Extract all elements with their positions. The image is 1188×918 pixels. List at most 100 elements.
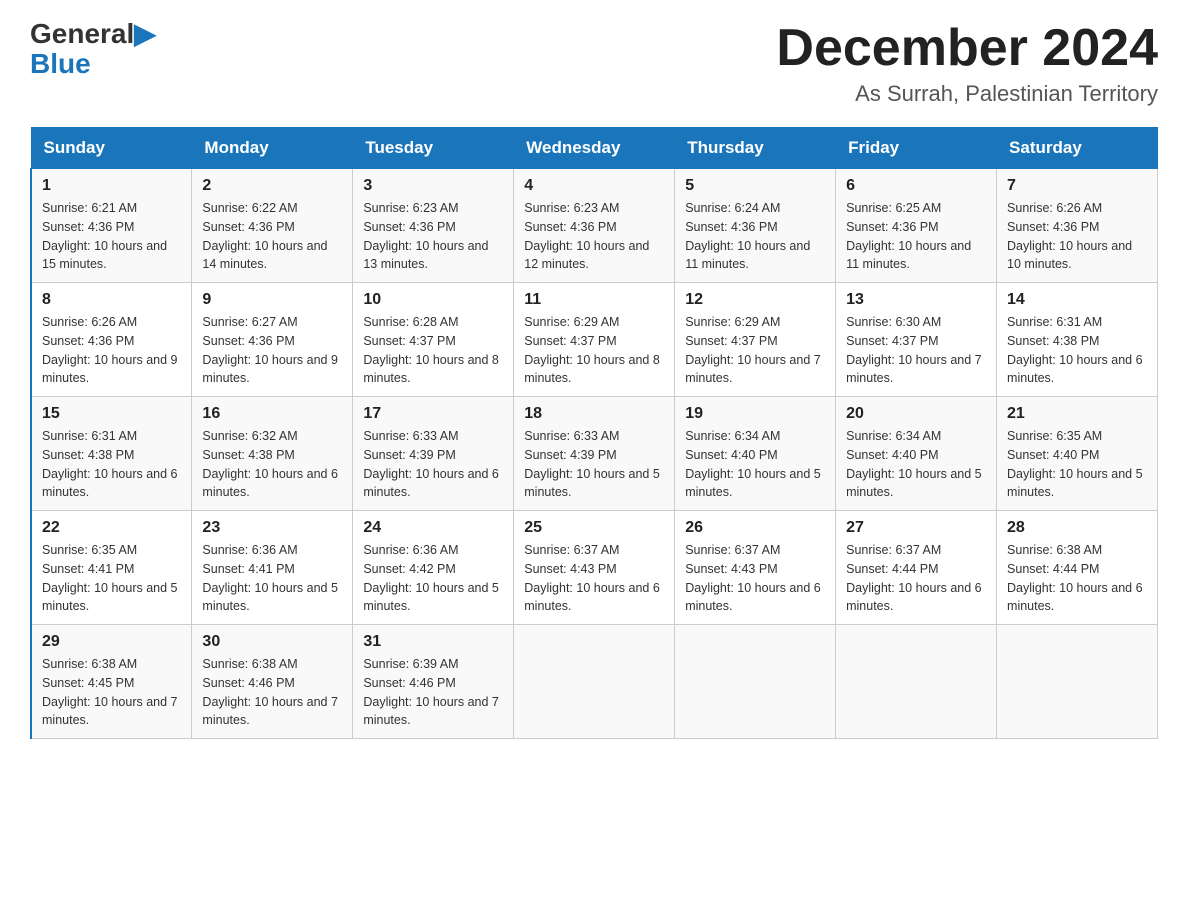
calendar-day-cell: 30 Sunrise: 6:38 AMSunset: 4:46 PMDayligh…: [192, 625, 353, 739]
calendar-day-cell: 24 Sunrise: 6:36 AMSunset: 4:42 PMDayligh…: [353, 511, 514, 625]
calendar-day-cell: 27 Sunrise: 6:37 AMSunset: 4:44 PMDayligh…: [836, 511, 997, 625]
calendar-day-cell: 10Sunrise: 6:28 AMSunset: 4:37 PMDayligh…: [353, 283, 514, 397]
day-number: 25: [524, 519, 664, 537]
day-info: Sunrise: 6:27 AMSunset: 4:36 PMDaylight:…: [202, 313, 342, 388]
day-info: Sunrise: 6:26 AMSunset: 4:36 PMDaylight:…: [1007, 199, 1147, 274]
calendar-day-cell: 6 Sunrise: 6:25 AMSunset: 4:36 PMDaylight…: [836, 169, 997, 283]
calendar-day-cell: [514, 625, 675, 739]
day-number: 14: [1007, 291, 1147, 309]
day-info: Sunrise: 6:34 AMSunset: 4:40 PMDaylight:…: [685, 427, 825, 502]
day-of-week-header: Tuesday: [353, 128, 514, 169]
calendar-day-cell: 29 Sunrise: 6:38 AMSunset: 4:45 PMDayligh…: [31, 625, 192, 739]
day-info: Sunrise: 6:33 AMSunset: 4:39 PMDaylight:…: [363, 427, 503, 502]
day-number: 29: [42, 633, 181, 651]
day-info: Sunrise: 6:36 AMSunset: 4:42 PMDaylight:…: [363, 541, 503, 616]
day-number: 27: [846, 519, 986, 537]
calendar-day-cell: 5 Sunrise: 6:24 AMSunset: 4:36 PMDaylight…: [675, 169, 836, 283]
day-info: Sunrise: 6:32 AMSunset: 4:38 PMDaylight:…: [202, 427, 342, 502]
day-info: Sunrise: 6:26 AMSunset: 4:36 PMDaylight:…: [42, 313, 181, 388]
logo-blue-text: Blue: [30, 48, 91, 80]
calendar-week-row: 29 Sunrise: 6:38 AMSunset: 4:45 PMDayligh…: [31, 625, 1158, 739]
day-number: 13: [846, 291, 986, 309]
day-number: 2: [202, 177, 342, 195]
calendar-day-cell: 1 Sunrise: 6:21 AMSunset: 4:36 PMDaylight…: [31, 169, 192, 283]
day-info: Sunrise: 6:28 AMSunset: 4:37 PMDaylight:…: [363, 313, 503, 388]
day-number: 9: [202, 291, 342, 309]
day-info: Sunrise: 6:31 AMSunset: 4:38 PMDaylight:…: [1007, 313, 1147, 388]
day-of-week-header: Saturday: [997, 128, 1158, 169]
day-info: Sunrise: 6:23 AMSunset: 4:36 PMDaylight:…: [363, 199, 503, 274]
calendar-day-cell: 8 Sunrise: 6:26 AMSunset: 4:36 PMDaylight…: [31, 283, 192, 397]
calendar-day-cell: [836, 625, 997, 739]
calendar-day-cell: 18 Sunrise: 6:33 AMSunset: 4:39 PMDayligh…: [514, 397, 675, 511]
calendar-day-cell: 4Sunrise: 6:23 AMSunset: 4:36 PMDaylight…: [514, 169, 675, 283]
calendar-day-cell: 25 Sunrise: 6:37 AMSunset: 4:43 PMDayligh…: [514, 511, 675, 625]
calendar-day-cell: 13Sunrise: 6:30 AMSunset: 4:37 PMDayligh…: [836, 283, 997, 397]
calendar-day-cell: 21 Sunrise: 6:35 AMSunset: 4:40 PMDayligh…: [997, 397, 1158, 511]
day-number: 30: [202, 633, 342, 651]
day-number: 31: [363, 633, 503, 651]
calendar-day-cell: 11Sunrise: 6:29 AMSunset: 4:37 PMDayligh…: [514, 283, 675, 397]
calendar-week-row: 8 Sunrise: 6:26 AMSunset: 4:36 PMDaylight…: [31, 283, 1158, 397]
calendar-day-cell: 17 Sunrise: 6:33 AMSunset: 4:39 PMDayligh…: [353, 397, 514, 511]
calendar-day-cell: 20Sunrise: 6:34 AMSunset: 4:40 PMDayligh…: [836, 397, 997, 511]
calendar-day-cell: [997, 625, 1158, 739]
day-number: 6: [846, 177, 986, 195]
day-number: 22: [42, 519, 181, 537]
day-info: Sunrise: 6:24 AMSunset: 4:36 PMDaylight:…: [685, 199, 825, 274]
calendar-header-row: SundayMondayTuesdayWednesdayThursdayFrid…: [31, 128, 1158, 169]
day-info: Sunrise: 6:38 AMSunset: 4:46 PMDaylight:…: [202, 655, 342, 730]
day-info: Sunrise: 6:37 AMSunset: 4:44 PMDaylight:…: [846, 541, 986, 616]
day-info: Sunrise: 6:37 AMSunset: 4:43 PMDaylight:…: [685, 541, 825, 616]
day-of-week-header: Wednesday: [514, 128, 675, 169]
day-number: 12: [685, 291, 825, 309]
calendar-day-cell: 28Sunrise: 6:38 AMSunset: 4:44 PMDayligh…: [997, 511, 1158, 625]
calendar-day-cell: 12 Sunrise: 6:29 AMSunset: 4:37 PMDayligh…: [675, 283, 836, 397]
day-info: Sunrise: 6:36 AMSunset: 4:41 PMDaylight:…: [202, 541, 342, 616]
day-info: Sunrise: 6:33 AMSunset: 4:39 PMDaylight:…: [524, 427, 664, 502]
day-of-week-header: Friday: [836, 128, 997, 169]
calendar-day-cell: 22 Sunrise: 6:35 AMSunset: 4:41 PMDayligh…: [31, 511, 192, 625]
location-text: As Surrah, Palestinian Territory: [776, 81, 1158, 107]
day-number: 5: [685, 177, 825, 195]
calendar-day-cell: 3 Sunrise: 6:23 AMSunset: 4:36 PMDaylight…: [353, 169, 514, 283]
day-number: 19: [685, 405, 825, 423]
day-number: 17: [363, 405, 503, 423]
page-header: General▶ Blue December 2024 As Surrah, P…: [30, 20, 1158, 107]
day-number: 21: [1007, 405, 1147, 423]
day-number: 11: [524, 291, 664, 309]
day-info: Sunrise: 6:38 AMSunset: 4:44 PMDaylight:…: [1007, 541, 1147, 616]
day-number: 8: [42, 291, 181, 309]
calendar-week-row: 1 Sunrise: 6:21 AMSunset: 4:36 PMDaylight…: [31, 169, 1158, 283]
day-number: 23: [202, 519, 342, 537]
day-number: 4: [524, 177, 664, 195]
day-number: 7: [1007, 177, 1147, 195]
day-info: Sunrise: 6:21 AMSunset: 4:36 PMDaylight:…: [42, 199, 181, 274]
day-number: 24: [363, 519, 503, 537]
day-info: Sunrise: 6:25 AMSunset: 4:36 PMDaylight:…: [846, 199, 986, 274]
calendar-day-cell: 31Sunrise: 6:39 AMSunset: 4:46 PMDayligh…: [353, 625, 514, 739]
logo-general-text: General▶: [30, 20, 156, 48]
calendar-day-cell: 16 Sunrise: 6:32 AMSunset: 4:38 PMDayligh…: [192, 397, 353, 511]
day-number: 16: [202, 405, 342, 423]
calendar-day-cell: 19 Sunrise: 6:34 AMSunset: 4:40 PMDayligh…: [675, 397, 836, 511]
month-title: December 2024: [776, 20, 1158, 77]
day-info: Sunrise: 6:29 AMSunset: 4:37 PMDaylight:…: [685, 313, 825, 388]
day-of-week-header: Thursday: [675, 128, 836, 169]
calendar-table: SundayMondayTuesdayWednesdayThursdayFrid…: [30, 127, 1158, 739]
day-info: Sunrise: 6:34 AMSunset: 4:40 PMDaylight:…: [846, 427, 986, 502]
day-number: 15: [42, 405, 181, 423]
day-info: Sunrise: 6:31 AMSunset: 4:38 PMDaylight:…: [42, 427, 181, 502]
calendar-day-cell: 14 Sunrise: 6:31 AMSunset: 4:38 PMDayligh…: [997, 283, 1158, 397]
day-info: Sunrise: 6:35 AMSunset: 4:40 PMDaylight:…: [1007, 427, 1147, 502]
day-number: 3: [363, 177, 503, 195]
day-info: Sunrise: 6:38 AMSunset: 4:45 PMDaylight:…: [42, 655, 181, 730]
day-number: 1: [42, 177, 181, 195]
day-info: Sunrise: 6:37 AMSunset: 4:43 PMDaylight:…: [524, 541, 664, 616]
calendar-day-cell: 23 Sunrise: 6:36 AMSunset: 4:41 PMDayligh…: [192, 511, 353, 625]
day-info: Sunrise: 6:35 AMSunset: 4:41 PMDaylight:…: [42, 541, 181, 616]
day-number: 26: [685, 519, 825, 537]
calendar-day-cell: 7 Sunrise: 6:26 AMSunset: 4:36 PMDaylight…: [997, 169, 1158, 283]
day-of-week-header: Monday: [192, 128, 353, 169]
day-number: 18: [524, 405, 664, 423]
